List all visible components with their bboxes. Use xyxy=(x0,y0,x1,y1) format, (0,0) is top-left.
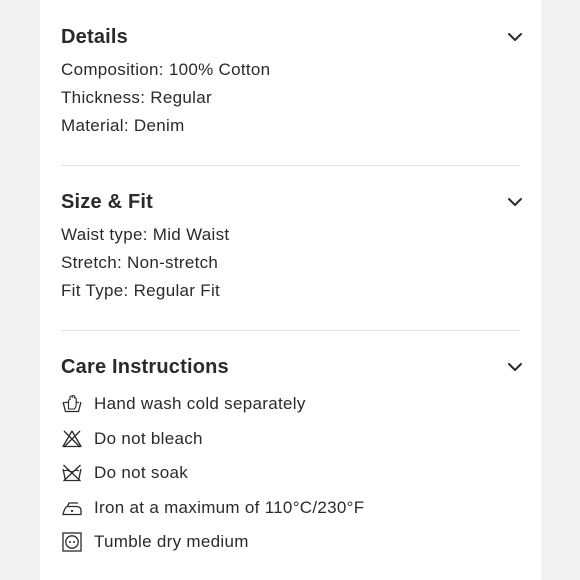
care-title: Care Instructions xyxy=(61,356,229,378)
care-list: Hand wash cold separately Do not bleach … xyxy=(61,387,520,560)
care-item: Tumble dry medium xyxy=(61,525,520,560)
do-not-bleach-icon xyxy=(62,430,82,448)
size-fit-line: Fit Type: Regular Fit xyxy=(61,281,221,300)
details-title: Details xyxy=(61,26,128,48)
details-line: Thickness: Regular xyxy=(61,88,212,107)
care-label: Do not soak xyxy=(94,463,189,483)
care-item: Do not bleach xyxy=(61,422,520,457)
details-section: Details Composition: 100% Cotton Thickne… xyxy=(61,22,522,140)
care-item: Iron at a maximum of 110°C/230°F xyxy=(61,491,520,526)
size-fit-section: Size & Fit Waist type: Mid Waist Stretch… xyxy=(61,187,522,305)
tumble-dry-icon xyxy=(62,532,82,552)
care-section: Care Instructions Hand wash cold separat… xyxy=(61,352,522,560)
size-fit-line: Stretch: Non-stretch xyxy=(61,253,219,272)
details-header[interactable]: Details xyxy=(61,22,522,52)
care-label: Tumble dry medium xyxy=(94,532,249,552)
care-label: Hand wash cold separately xyxy=(94,394,306,414)
size-fit-list: Waist type: Mid Waist Stretch: Non-stret… xyxy=(61,221,520,305)
details-list: Composition: 100% Cotton Thickness: Regu… xyxy=(61,56,520,140)
size-fit-line: Waist type: Mid Waist xyxy=(61,225,230,244)
details-line: Material: Denim xyxy=(61,116,185,135)
size-fit-header[interactable]: Size & Fit xyxy=(61,187,522,217)
section-divider xyxy=(61,330,520,331)
iron-icon xyxy=(62,502,82,515)
care-label: Do not bleach xyxy=(94,428,203,448)
section-divider xyxy=(61,165,520,166)
care-item: Do not soak xyxy=(61,456,520,491)
care-item: Hand wash cold separately xyxy=(61,387,520,422)
chevron-down-icon[interactable] xyxy=(506,358,524,376)
chevron-down-icon[interactable] xyxy=(506,28,524,46)
product-info-panel: Details Composition: 100% Cotton Thickne… xyxy=(40,0,541,580)
care-label: Iron at a maximum of 110°C/230°F xyxy=(94,497,365,517)
chevron-down-icon[interactable] xyxy=(506,193,524,211)
details-line: Composition: 100% Cotton xyxy=(61,60,271,79)
care-header[interactable]: Care Instructions xyxy=(61,352,522,382)
do-not-soak-icon xyxy=(62,464,82,482)
size-fit-title: Size & Fit xyxy=(61,191,154,213)
hand-wash-icon xyxy=(62,395,82,413)
